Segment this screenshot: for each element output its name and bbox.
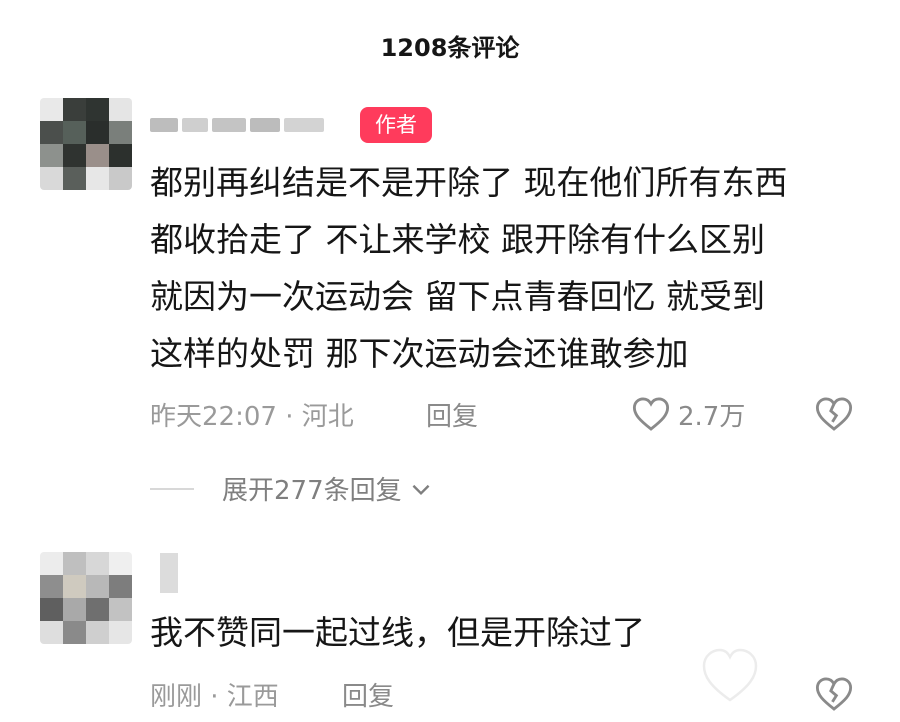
comment-text-line: 都别再纠结是不是开除了 现在他们所有东西 <box>150 163 788 202</box>
author-username-blurred[interactable] <box>150 112 350 138</box>
broken-heart-icon[interactable] <box>815 676 853 712</box>
reply-button[interactable]: 回复 <box>342 676 394 713</box>
comment-text-line: 这样的处罚 那下次运动会还谁敢参加 <box>150 334 689 373</box>
comment-text-line: 我不赞同一起过线，但是开除过了 <box>150 613 645 652</box>
comments-header-title: 1208条评论 <box>380 34 520 62</box>
comment-time-location: 昨天22:07 · 河北 <box>150 402 354 432</box>
divider <box>150 488 194 490</box>
like-count: 2.7万 <box>678 402 746 432</box>
username-blurred[interactable] <box>160 553 178 593</box>
avatar[interactable] <box>40 98 132 190</box>
comment-time-location: 刚刚 · 江西 <box>150 682 279 712</box>
expand-replies-label: 展开277条回复 <box>222 476 402 506</box>
reply-button[interactable]: 回复 <box>426 396 478 433</box>
heart-outline-icon[interactable] <box>632 396 670 432</box>
comment-text-line: 都收拾走了 不让来学校 跟开除有什么区别 <box>150 220 765 259</box>
comment-text-line: 就因为一次运动会 留下点青春回忆 就受到 <box>150 277 765 316</box>
chevron-down-icon <box>412 484 430 495</box>
avatar[interactable] <box>40 552 132 644</box>
author-badge: 作者 <box>360 107 432 143</box>
expand-replies-button[interactable]: 展开277条回复 <box>222 470 434 507</box>
broken-heart-icon[interactable] <box>815 396 853 432</box>
watermark-logo <box>702 648 758 702</box>
